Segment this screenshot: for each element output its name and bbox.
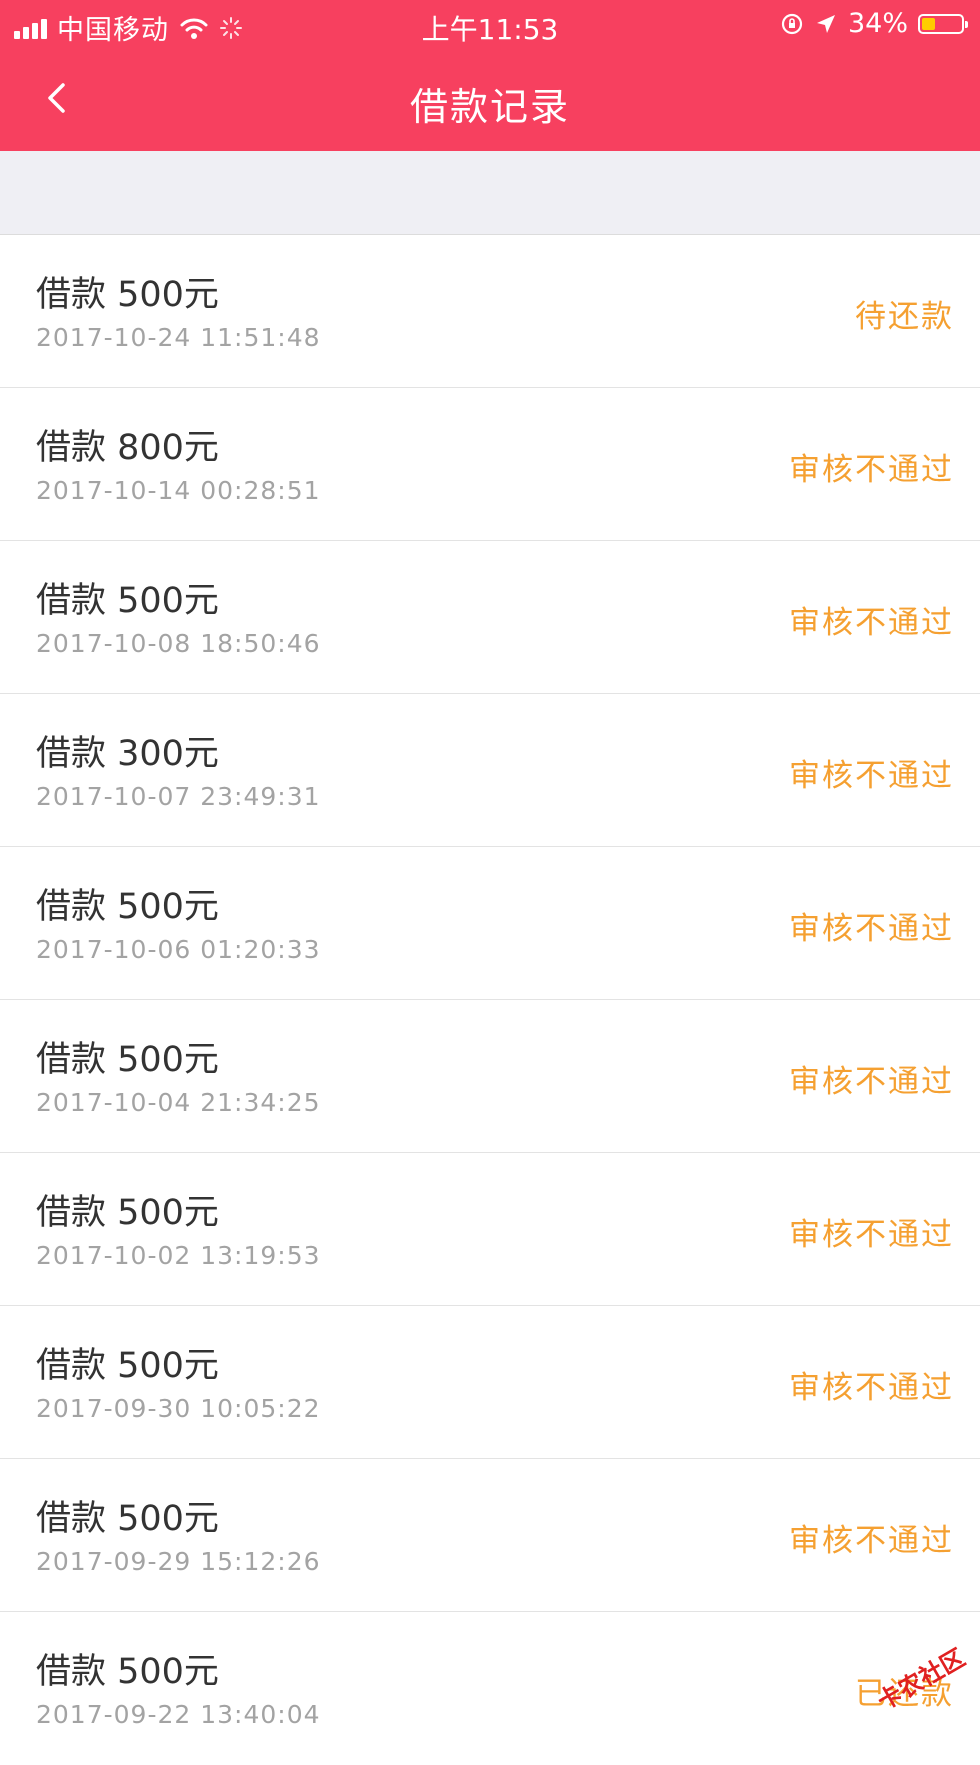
loan-record-item[interactable]: 借款 500元 2017-10-06 01:20:33 审核不通过 [0, 847, 980, 1000]
loan-time: 2017-10-06 01:20:33 [36, 935, 321, 964]
loan-record-list: 借款 500元 2017-10-24 11:51:48 待还款 借款 800元 … [0, 235, 980, 1765]
loan-record-item[interactable]: 借款 500元 2017-09-29 15:12:26 审核不通过 [0, 1459, 980, 1612]
section-spacer [0, 151, 980, 235]
loan-status: 审核不通过 [789, 1064, 954, 1100]
loan-amount: 借款 500元 [36, 275, 219, 315]
status-bar: 中国移动 上午11:53 34% [0, 0, 980, 50]
loan-record-item[interactable]: 借款 800元 2017-10-14 00:28:51 审核不通过 [0, 388, 980, 541]
loan-amount: 借款 500元 [36, 581, 219, 621]
loan-status: 审核不通过 [789, 452, 954, 488]
loan-time: 2017-10-04 21:34:25 [36, 1088, 321, 1117]
loan-record-item[interactable]: 借款 500元 2017-10-08 18:50:46 审核不通过 [0, 541, 980, 694]
header: 中国移动 上午11:53 34% 借款记录 [0, 0, 980, 151]
loan-time: 2017-09-22 13:40:04 [36, 1700, 321, 1729]
orientation-lock-icon [781, 13, 803, 34]
loan-time: 2017-10-07 23:49:31 [36, 782, 321, 811]
loan-amount: 借款 800元 [36, 428, 219, 468]
loan-amount: 借款 500元 [36, 1193, 219, 1233]
page-title: 借款记录 [409, 85, 570, 129]
loan-status: 审核不通过 [789, 911, 954, 947]
loan-time: 2017-09-30 10:05:22 [36, 1394, 321, 1423]
loan-time: 2017-10-08 18:50:46 [36, 629, 321, 658]
loan-record-item[interactable]: 借款 500元 2017-10-24 11:51:48 待还款 [0, 235, 980, 388]
loan-status: 审核不通过 [789, 1523, 954, 1559]
status-bar-right: 34% [780, 8, 968, 39]
location-icon [816, 14, 835, 33]
battery-level [922, 17, 935, 30]
loan-record-item[interactable]: 借款 500元 2017-10-02 13:19:53 审核不通过 [0, 1153, 980, 1306]
loan-time: 2017-09-29 15:12:26 [36, 1547, 321, 1576]
loan-amount: 借款 500元 [36, 1346, 219, 1386]
loan-record-item[interactable]: 借款 500元 2017-09-22 13:40:04 已还款 [0, 1612, 980, 1765]
loan-record-item[interactable]: 借款 500元 2017-09-30 10:05:22 审核不通过 [0, 1306, 980, 1459]
loan-time: 2017-10-02 13:19:53 [36, 1241, 321, 1270]
loan-time: 2017-10-24 11:51:48 [36, 323, 321, 352]
loan-status: 审核不通过 [789, 1370, 954, 1406]
loan-record-item[interactable]: 借款 500元 2017-10-04 21:34:25 审核不通过 [0, 1000, 980, 1153]
loan-status: 待还款 [855, 299, 954, 335]
battery-percent: 34% [847, 8, 908, 39]
loan-amount: 借款 500元 [36, 1040, 219, 1080]
loan-amount: 借款 300元 [36, 734, 219, 774]
battery-icon [918, 13, 968, 34]
loan-status: 审核不通过 [789, 605, 954, 641]
loan-amount: 借款 500元 [36, 887, 219, 927]
loan-status: 审核不通过 [789, 1217, 954, 1253]
loan-amount: 借款 500元 [36, 1499, 219, 1539]
loan-amount: 借款 500元 [36, 1652, 219, 1692]
nav-bar: 借款记录 [0, 50, 980, 151]
loan-time: 2017-10-14 00:28:51 [36, 476, 321, 505]
loan-record-item[interactable]: 借款 300元 2017-10-07 23:49:31 审核不通过 [0, 694, 980, 847]
loan-status: 审核不通过 [789, 758, 954, 794]
